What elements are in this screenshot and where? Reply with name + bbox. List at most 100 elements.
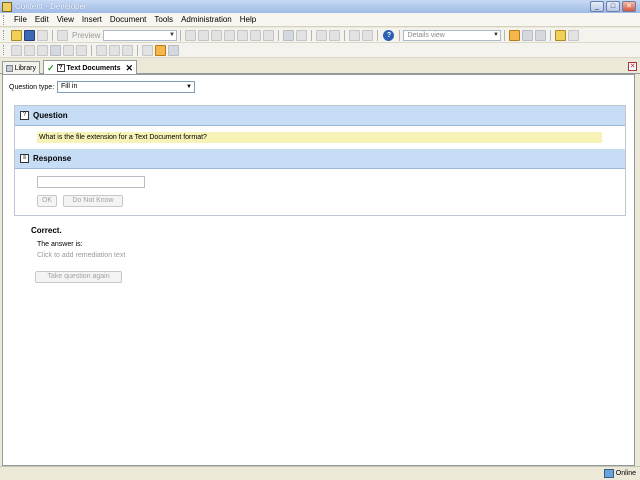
tab-text-documents[interactable]: ✓ ? Text Documents ✕	[43, 60, 137, 75]
move-up-icon[interactable]	[96, 44, 107, 56]
menu-tools[interactable]: Tools	[150, 15, 177, 24]
close-button[interactable]: ✕	[622, 1, 636, 12]
toolbar-grip[interactable]	[3, 45, 6, 55]
edit-pencil-icon[interactable]	[155, 44, 166, 56]
expand-icon[interactable]	[316, 29, 328, 41]
response-body: OK Do Not Know	[15, 169, 625, 215]
take-question-again-button[interactable]: Take question again	[35, 271, 122, 283]
question-header: ? Question	[15, 106, 625, 126]
toolbar-separator	[137, 44, 138, 56]
minimize-button[interactable]: _	[590, 1, 604, 12]
toolbar-separator	[399, 29, 401, 41]
tab-text-documents-label: Text Documents	[66, 64, 121, 72]
close-tab-icon[interactable]: ✕	[125, 63, 133, 74]
question-card: ? Question What is the file extension fo…	[14, 105, 626, 216]
answer-input[interactable]	[37, 176, 145, 188]
question-icon: ?	[20, 111, 29, 120]
chevron-down-icon: ▼	[492, 31, 499, 38]
app-icon	[2, 1, 12, 12]
toolbar-separator	[91, 44, 92, 56]
help-icon[interactable]: ?	[383, 29, 395, 41]
question-type-select[interactable]: Fill in ▼	[57, 81, 195, 93]
binoculars-icon[interactable]	[349, 29, 361, 41]
feedback-section: Correct. The answer is: Click to add rem…	[31, 226, 125, 259]
tab-library[interactable]: Library	[2, 61, 40, 74]
checkmark-icon: ✓	[47, 62, 55, 73]
question-type-value: Fill in	[61, 83, 78, 90]
menu-edit[interactable]: Edit	[31, 15, 53, 24]
image-icon[interactable]	[50, 44, 61, 56]
move-down-icon[interactable]	[109, 44, 120, 56]
outdent-icon[interactable]	[11, 44, 22, 56]
connection-status: Online	[603, 469, 636, 478]
question-editor: Question type: Fill in ▼ ? Question What…	[2, 74, 635, 466]
redo-icon[interactable]	[296, 29, 308, 41]
save-icon[interactable]	[24, 29, 35, 41]
library-icon	[6, 64, 13, 72]
toolbar-separator	[504, 29, 506, 41]
cut-icon[interactable]	[198, 29, 210, 41]
question-title: Question	[33, 111, 68, 120]
layout-details-icon[interactable]	[509, 29, 521, 41]
layout-horizontal-icon[interactable]	[522, 29, 534, 41]
undo-icon[interactable]	[283, 29, 295, 41]
layout-vertical-icon[interactable]	[535, 29, 547, 41]
insert-icon[interactable]	[122, 44, 133, 56]
collapse-icon[interactable]	[329, 29, 341, 41]
filter-icon[interactable]	[362, 29, 374, 41]
toolbar-grip[interactable]	[3, 30, 6, 40]
menu-administration[interactable]: Administration	[177, 15, 236, 24]
outline-toolbar	[0, 43, 640, 58]
menu-file[interactable]: File	[10, 15, 31, 24]
toolbar-separator	[311, 29, 313, 41]
menu-bar: File Edit View Insert Document Tools Adm…	[0, 13, 640, 27]
question-type-row: Question type: Fill in ▼	[9, 81, 195, 93]
window-title: Content - Developer	[15, 2, 87, 11]
bookmark-icon[interactable]	[76, 44, 87, 56]
copy-icon[interactable]	[211, 29, 223, 41]
zoom-icon[interactable]	[168, 44, 179, 56]
remediation-text[interactable]: Click to add remediation text	[37, 252, 125, 259]
toolbar-separator	[550, 29, 552, 41]
link-icon[interactable]	[37, 44, 48, 56]
correct-label: Correct.	[31, 226, 62, 235]
print-icon[interactable]	[37, 29, 48, 41]
document-tabstrip: Library ✓ ? Text Documents ✕	[0, 59, 640, 75]
stop-icon[interactable]	[185, 29, 197, 41]
main-toolbar: Preview ▼ ? Details view ▼	[0, 28, 640, 43]
answer-is-label: The answer is:	[37, 241, 83, 248]
chevron-down-icon: ▼	[186, 84, 192, 90]
question-text[interactable]: What is the file extension for a Text Do…	[37, 132, 602, 143]
preview-mode-select[interactable]: ▼	[103, 29, 178, 41]
frame-icon[interactable]	[63, 44, 74, 56]
menu-document[interactable]: Document	[106, 15, 150, 24]
do-not-know-button[interactable]: Do Not Know	[63, 195, 123, 207]
publish-icon[interactable]	[555, 29, 567, 41]
preview-button[interactable]: Preview	[72, 31, 100, 40]
delete-icon[interactable]	[237, 29, 249, 41]
close-panel-icon[interactable]: ✕	[628, 62, 637, 71]
toolbar-separator	[344, 29, 346, 41]
menu-view[interactable]: View	[53, 15, 78, 24]
toolbar-separator	[180, 29, 182, 41]
grid-icon[interactable]	[142, 44, 153, 56]
view-select[interactable]: Details view ▼	[403, 29, 502, 41]
paste-icon[interactable]	[224, 29, 236, 41]
open-folder-icon[interactable]	[11, 29, 22, 41]
tab-library-label: Library	[14, 64, 36, 72]
grip-handle[interactable]	[3, 14, 6, 25]
preview-icon[interactable]	[57, 29, 68, 41]
toolbar-separator	[52, 29, 53, 41]
toolbar-separator	[377, 29, 379, 41]
ok-button[interactable]: OK	[37, 195, 57, 207]
window-controls: _ □ ✕	[590, 1, 636, 12]
properties-icon[interactable]	[250, 29, 262, 41]
find-icon[interactable]	[263, 29, 275, 41]
menu-help[interactable]: Help	[236, 15, 260, 24]
indent-icon[interactable]	[24, 44, 35, 56]
chevron-down-icon: ▼	[168, 31, 175, 38]
maximize-button[interactable]: □	[606, 1, 620, 12]
online-label: Online	[615, 470, 636, 477]
refresh-icon[interactable]	[568, 29, 580, 41]
menu-insert[interactable]: Insert	[78, 15, 106, 24]
